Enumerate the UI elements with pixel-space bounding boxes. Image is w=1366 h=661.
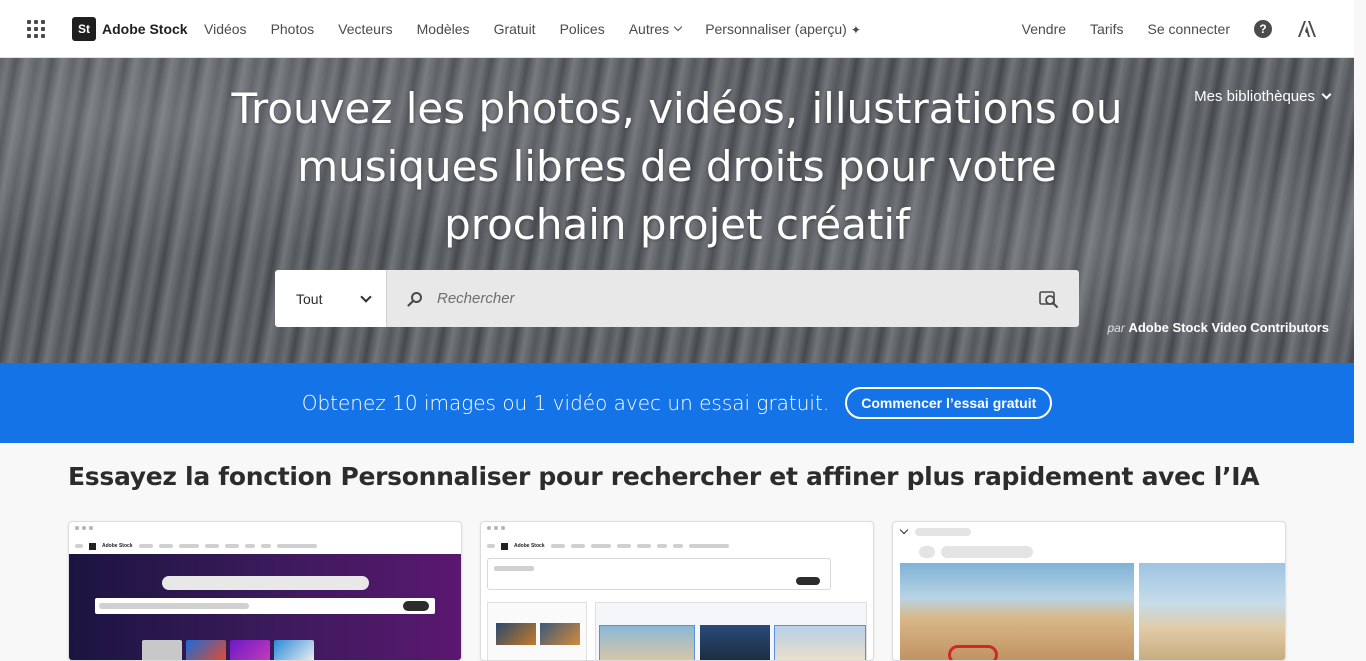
credit-prefix: par <box>1107 321 1125 335</box>
chevron-down-icon <box>673 22 683 32</box>
mini-nav: Adobe Stock <box>75 540 455 552</box>
hero-title: Trouvez les photos, vidéos, illustration… <box>231 84 1123 249</box>
mini-filter-bars <box>919 546 1033 558</box>
search-type-select[interactable]: Tout <box>275 270 387 327</box>
help-icon[interactable]: ? <box>1254 20 1272 38</box>
image-credit: par Adobe Stock Video Contributors <box>1107 320 1329 335</box>
nav-right: Vendre Tarifs Se connecter ? <box>1022 0 1316 58</box>
beach-dog-photo <box>1139 563 1285 660</box>
credit-name[interactable]: Adobe Stock Video Contributors <box>1128 320 1329 335</box>
section-title: Essayez la fonction Personnaliser pour r… <box>68 462 1260 491</box>
main-nav: Vidéos Photos Vecteurs Modèles Gratuit P… <box>204 0 885 58</box>
chevron-down-icon <box>360 290 372 303</box>
free-trial-banner: Obtenez 10 images ou 1 vidéo avec un ess… <box>0 363 1354 443</box>
nav-fonts[interactable]: Polices <box>560 21 605 37</box>
brand-logo[interactable]: St Adobe Stock <box>72 17 188 41</box>
sign-in-link[interactable]: Se connecter <box>1148 21 1231 37</box>
visual-search-icon[interactable] <box>1039 289 1059 309</box>
mini-logo-icon <box>501 542 508 550</box>
my-libraries-label: Mes bibliothèques <box>1194 88 1315 105</box>
nav-more-label: Autres <box>628 21 670 37</box>
window-dots <box>75 526 93 530</box>
adobe-stock-logo-icon: St <box>72 17 96 41</box>
nav-vectors[interactable]: Vecteurs <box>338 21 392 37</box>
mini-brand: Adobe Stock <box>102 543 133 549</box>
mini-toolbar <box>899 525 971 536</box>
search-input[interactable] <box>437 290 1039 307</box>
mini-search-panel <box>487 558 831 590</box>
adobe-icon[interactable] <box>1298 21 1316 37</box>
free-trial-text: Obtenez 10 images ou 1 vidéo avec un ess… <box>301 391 830 415</box>
mini-nav: Adobe Stock <box>487 540 867 552</box>
start-free-trial-button[interactable]: Commencer l’essai gratuit <box>845 387 1053 419</box>
search-icon <box>407 291 422 307</box>
search-type-value: Tout <box>296 290 323 307</box>
sunglasses-shape <box>948 645 998 660</box>
apps-grid-icon[interactable] <box>27 20 45 38</box>
mini-result-grid <box>595 602 867 660</box>
nav-free[interactable]: Gratuit <box>494 21 536 37</box>
mini-logo-icon <box>89 542 96 550</box>
nav-sell[interactable]: Vendre <box>1022 21 1066 37</box>
mini-brand: Adobe Stock <box>514 543 545 549</box>
nav-personalize-label: Personnaliser (aperçu) <box>705 21 847 37</box>
nav-videos[interactable]: Vidéos <box>204 21 247 37</box>
nav-more-dropdown[interactable]: Autres <box>628 21 683 37</box>
feature-card-2[interactable]: Adobe Stock <box>480 521 874 661</box>
mini-side-panel <box>487 602 587 660</box>
mini-hero <box>69 554 461 660</box>
chevron-down-icon <box>1321 89 1332 100</box>
nav-photos[interactable]: Photos <box>271 21 315 37</box>
sparkle-icon: ✦ <box>850 23 861 37</box>
chevron-down-icon <box>899 525 909 535</box>
hero-banner: Trouvez les photos, vidéos, illustration… <box>0 58 1354 363</box>
feature-card-1[interactable]: Adobe Stock <box>68 521 462 661</box>
search-bar: Tout <box>275 270 1079 327</box>
feature-card-3[interactable] <box>892 521 1286 661</box>
my-libraries-dropdown[interactable]: Mes bibliothèques <box>1194 88 1332 105</box>
nav-templates[interactable]: Modèles <box>417 21 470 37</box>
window-dots <box>487 526 505 530</box>
search-field <box>387 270 1079 327</box>
brand-name: Adobe Stock <box>102 21 188 37</box>
beach-photo <box>900 563 1134 660</box>
nav-personalize[interactable]: Personnaliser (aperçu) ✦ <box>705 21 861 37</box>
top-navigation: St Adobe Stock Vidéos Photos Vecteurs Mo… <box>0 0 1354 58</box>
nav-pricing[interactable]: Tarifs <box>1090 21 1123 37</box>
